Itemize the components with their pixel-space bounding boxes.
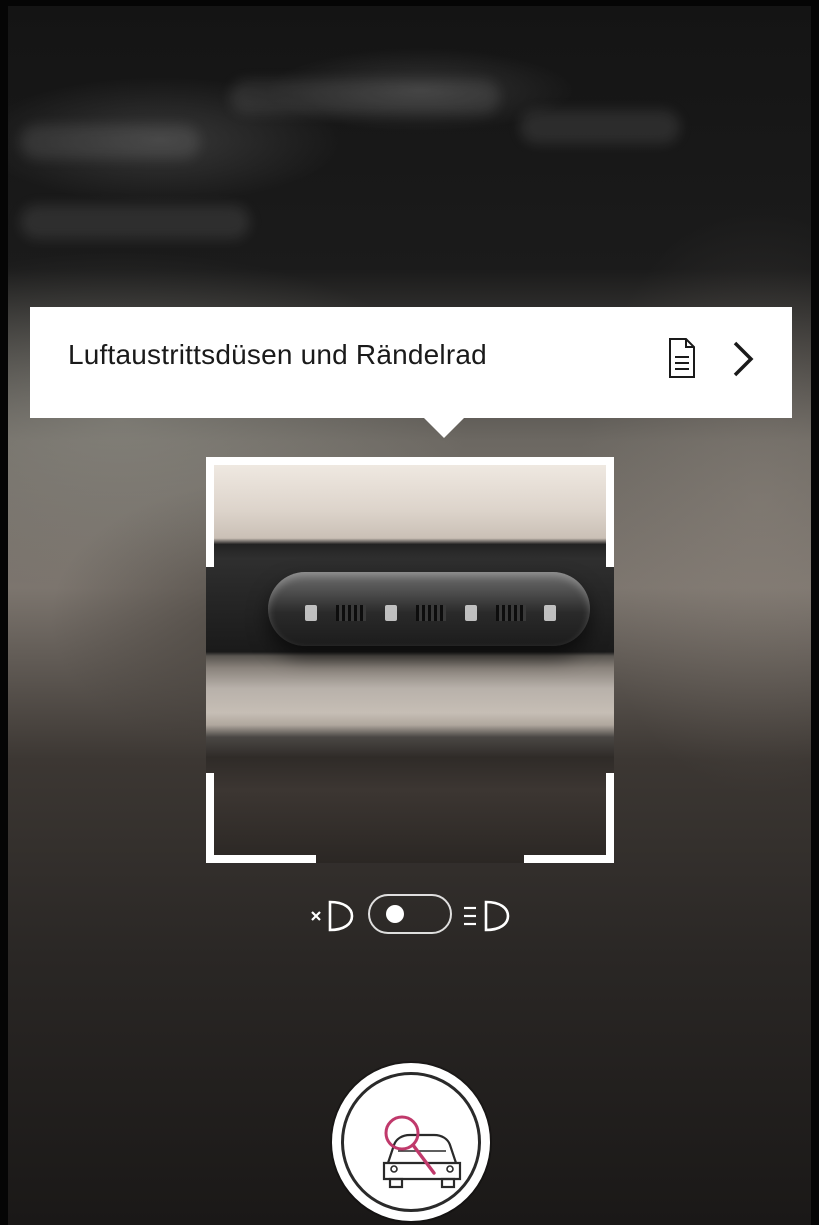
vent-grille — [415, 605, 446, 621]
recognition-frame — [206, 457, 614, 863]
screen-edge — [0, 0, 819, 6]
frame-corner — [524, 855, 614, 863]
vent-light — [464, 605, 477, 621]
vent-light — [305, 605, 318, 621]
frame-corner — [206, 773, 214, 863]
vent-light — [385, 605, 398, 621]
frame-corner — [206, 457, 214, 567]
air-vent — [268, 572, 590, 646]
document-icon[interactable] — [668, 337, 696, 379]
chevron-right-icon[interactable] — [730, 340, 756, 378]
background-vent-slat — [20, 205, 250, 239]
scan-button[interactable] — [332, 1063, 490, 1221]
vent-grille — [495, 605, 526, 621]
light-mode-toggle[interactable] — [310, 894, 512, 938]
screen-edge — [811, 0, 819, 1225]
toggle-switch[interactable] — [368, 894, 452, 934]
headlight-off-icon[interactable] — [310, 898, 356, 934]
toggle-knob — [386, 905, 404, 923]
screen-edge — [0, 0, 8, 1225]
background-vent-slat — [230, 80, 500, 114]
vent-grille — [336, 605, 367, 621]
card-title: Luftaustrittsdüsen und Rändelrad — [68, 339, 487, 370]
air-vent-photo — [206, 457, 614, 863]
headlight-on-icon[interactable] — [462, 898, 512, 934]
frame-corner — [206, 855, 316, 863]
background-vent-slat — [20, 125, 200, 159]
frame-corner — [206, 457, 614, 465]
vent-light — [544, 605, 557, 621]
scan-button-ring — [341, 1072, 481, 1212]
frame-corner — [606, 457, 614, 567]
car-search-icon — [382, 1115, 462, 1189]
vent-slots — [296, 602, 566, 624]
frame-corner — [606, 773, 614, 863]
background-vent-slat — [520, 110, 680, 144]
